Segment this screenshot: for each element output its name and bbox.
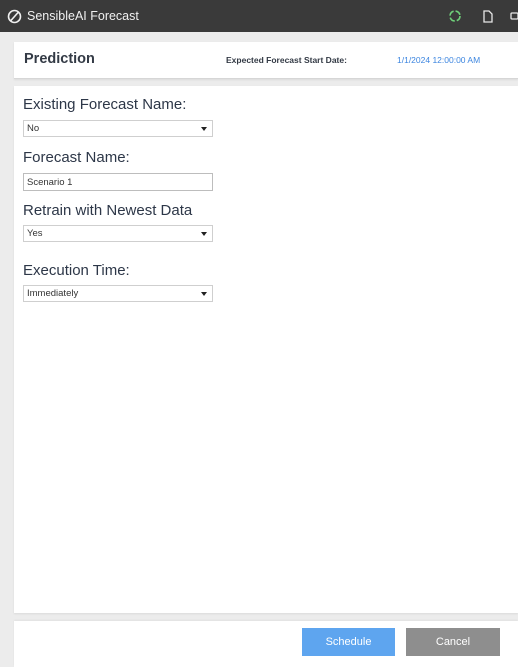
- app-title: SensibleAI Forecast: [27, 9, 139, 23]
- more-icon[interactable]: [510, 0, 518, 32]
- page-title: Prediction: [24, 51, 95, 67]
- existing-forecast-select[interactable]: No: [23, 120, 213, 137]
- execution-time-label: Execution Time:: [23, 262, 130, 279]
- chevron-down-icon: [201, 292, 207, 296]
- existing-forecast-value: No: [27, 123, 40, 134]
- execution-time-value: Immediately: [27, 288, 79, 299]
- action-footer: Schedule Cancel: [14, 621, 518, 667]
- prediction-header: Prediction Expected Forecast Start Date:…: [14, 42, 518, 79]
- existing-forecast-label: Existing Forecast Name:: [23, 96, 187, 113]
- title-bar-icons: [447, 0, 518, 32]
- execution-time-select[interactable]: Immediately: [23, 285, 213, 302]
- retrain-value: Yes: [27, 228, 43, 239]
- forecast-start-date-value: 1/1/2024 12:00:00 AM: [397, 55, 481, 65]
- retrain-label: Retrain with Newest Data: [23, 202, 193, 219]
- refresh-icon[interactable]: [447, 0, 463, 32]
- forecast-name-input[interactable]: [23, 173, 213, 191]
- sensibleai-logo-icon: [5, 7, 23, 25]
- document-icon[interactable]: [482, 0, 494, 32]
- chevron-down-icon: [201, 127, 207, 131]
- forecast-start-date-label: Expected Forecast Start Date:: [226, 55, 347, 65]
- retrain-select[interactable]: Yes: [23, 225, 213, 242]
- cancel-button[interactable]: Cancel: [406, 628, 500, 656]
- chevron-down-icon: [201, 232, 207, 236]
- schedule-button[interactable]: Schedule: [302, 628, 395, 656]
- forecast-name-label: Forecast Name:: [23, 149, 130, 166]
- prediction-form: Existing Forecast Name: No Forecast Name…: [14, 86, 518, 613]
- title-bar: SensibleAI Forecast: [0, 0, 518, 32]
